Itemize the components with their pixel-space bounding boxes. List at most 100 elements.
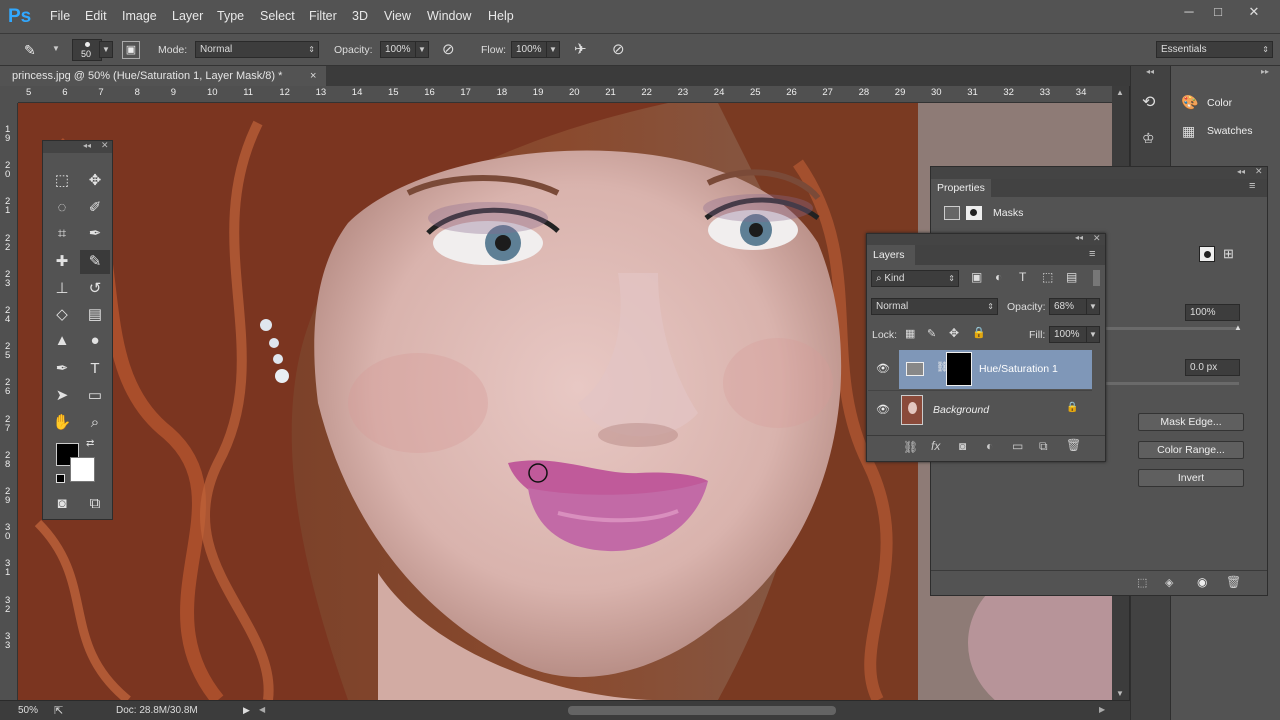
adjustment-icon[interactable] bbox=[944, 206, 960, 220]
color-range-button[interactable]: Color Range... bbox=[1138, 441, 1244, 459]
crop-tool-icon[interactable]: ⌗ bbox=[47, 222, 77, 246]
panel-menu-icon[interactable]: ≡ bbox=[1249, 180, 1255, 192]
opacity-input[interactable]: 100% bbox=[380, 41, 416, 58]
visibility-icon[interactable]: ◉ bbox=[1197, 575, 1207, 589]
fill-dropdown[interactable]: ▼ bbox=[1086, 326, 1100, 343]
layers-tab[interactable]: Layers bbox=[867, 245, 915, 265]
close-icon[interactable]: ✕ bbox=[1093, 233, 1101, 244]
density-input[interactable]: 100% bbox=[1185, 304, 1240, 321]
layer-mask-thumbnail[interactable] bbox=[946, 352, 972, 386]
layers-header[interactable]: ◂◂ ✕ bbox=[867, 233, 1105, 245]
layer-row[interactable]: 👁 ⛓ Hue/Saturation 1 bbox=[868, 350, 1092, 389]
pressure-opacity-icon[interactable]: ⊘ bbox=[442, 40, 455, 58]
layer-name[interactable]: Hue/Saturation 1 bbox=[979, 363, 1058, 375]
status-menu-arrow-icon[interactable]: ▶ bbox=[243, 705, 250, 716]
menu-image[interactable]: Image bbox=[122, 9, 157, 23]
close-icon[interactable]: ✕ bbox=[101, 140, 109, 151]
eraser-tool-icon[interactable]: ◇ bbox=[47, 303, 77, 327]
close-icon[interactable]: ✕ bbox=[1255, 166, 1263, 177]
lasso-tool-icon[interactable]: ◌ bbox=[47, 196, 77, 220]
type-tool-icon[interactable]: T bbox=[80, 357, 110, 381]
new-layer-icon[interactable]: ⧉ bbox=[1039, 439, 1048, 454]
document-tab[interactable]: princess.jpg @ 50% (Hue/Saturation 1, La… bbox=[0, 66, 326, 86]
collapse-icon[interactable]: ◂◂ bbox=[1237, 167, 1245, 176]
invert-button[interactable]: Invert bbox=[1138, 469, 1244, 487]
filter-pixel-icon[interactable]: ▣ bbox=[971, 270, 982, 284]
link-layers-icon[interactable]: ⛓ bbox=[903, 440, 918, 454]
chevron-down-icon[interactable]: ▼ bbox=[52, 44, 60, 53]
swap-colors-icon[interactable]: ⇄ bbox=[86, 438, 94, 449]
tools-header[interactable]: ◂◂ ✕ bbox=[43, 140, 112, 153]
fill-input[interactable]: 100% bbox=[1049, 326, 1087, 343]
opacity-dropdown[interactable]: ▼ bbox=[415, 41, 429, 58]
layer-row[interactable]: 👁 Background 🔒 bbox=[868, 390, 1092, 429]
properties-tab[interactable]: Properties bbox=[931, 179, 991, 197]
lock-image-icon[interactable]: ✎ bbox=[927, 327, 936, 340]
delete-layer-icon[interactable]: 🗑 bbox=[1066, 438, 1081, 452]
mask-icon[interactable] bbox=[966, 206, 982, 220]
lock-transparent-icon[interactable]: ▦ bbox=[905, 327, 915, 340]
layer-name[interactable]: Background bbox=[933, 404, 989, 416]
menu-3d[interactable]: 3D bbox=[352, 9, 368, 23]
pressure-size-icon[interactable]: ⊘ bbox=[612, 40, 625, 58]
filter-type-icon[interactable]: T bbox=[1019, 270, 1026, 284]
brush-tool-preset-icon[interactable]: ✎ bbox=[24, 41, 44, 59]
delete-mask-icon[interactable]: 🗑 bbox=[1226, 575, 1241, 589]
workspace-select[interactable]: Essentials ⇕ bbox=[1156, 41, 1273, 58]
clone-stamp-tool-icon[interactable]: ⊥ bbox=[47, 277, 77, 301]
lock-position-icon[interactable]: ✥ bbox=[949, 326, 959, 340]
new-group-icon[interactable]: ▭ bbox=[1012, 439, 1023, 453]
lock-all-icon[interactable]: 🔒 bbox=[972, 326, 986, 339]
minimize-button[interactable]: ─ bbox=[1178, 4, 1200, 20]
menu-layer[interactable]: Layer bbox=[172, 9, 203, 23]
layer-filter-select[interactable]: ⌕ Kind ⇕ bbox=[871, 270, 959, 287]
collapse-dock-panel-icon[interactable]: ▸▸ bbox=[1261, 67, 1269, 76]
filter-smart-object-icon[interactable]: ▤ bbox=[1066, 270, 1077, 284]
hand-tool-icon[interactable]: ✋ bbox=[47, 411, 77, 435]
marquee-tool-icon[interactable]: ⬚ bbox=[47, 169, 77, 193]
airbrush-icon[interactable]: ✈ bbox=[574, 40, 587, 58]
menu-filter[interactable]: Filter bbox=[309, 9, 337, 23]
filter-toggle[interactable] bbox=[1093, 270, 1100, 286]
scroll-left-icon[interactable]: ◀ bbox=[259, 705, 265, 714]
mode-select[interactable]: Normal ⇕ bbox=[195, 41, 319, 58]
menu-type[interactable]: Type bbox=[217, 9, 244, 23]
layer-opacity-dropdown[interactable]: ▼ bbox=[1086, 298, 1100, 315]
scroll-down-icon[interactable]: ▼ bbox=[1116, 689, 1124, 698]
brush-panel-toggle-icon[interactable]: ▣ bbox=[122, 41, 140, 59]
menu-help[interactable]: Help bbox=[488, 9, 514, 23]
load-selection-icon[interactable]: ⬚ bbox=[1137, 576, 1147, 589]
flow-dropdown[interactable]: ▼ bbox=[546, 41, 560, 58]
maximize-button[interactable]: □ bbox=[1207, 4, 1229, 20]
layer-opacity-input[interactable]: 68% bbox=[1049, 298, 1087, 315]
quick-select-tool-icon[interactable]: ✐ bbox=[80, 196, 110, 220]
history-icon[interactable]: ⟲ bbox=[1142, 92, 1155, 112]
filter-shape-icon[interactable]: ⬚ bbox=[1042, 270, 1053, 284]
menu-view[interactable]: View bbox=[384, 9, 411, 23]
color-panel-tab[interactable]: Color bbox=[1207, 97, 1232, 109]
menu-window[interactable]: Window bbox=[427, 9, 471, 23]
path-select-tool-icon[interactable]: ➤ bbox=[47, 384, 77, 408]
default-colors-icon[interactable] bbox=[56, 474, 65, 483]
blur-tool-icon[interactable]: ▲ bbox=[47, 329, 77, 353]
close-window-button[interactable]: ✕ bbox=[1243, 4, 1265, 20]
blend-mode-select[interactable]: Normal ⇕ bbox=[871, 298, 998, 315]
brush-size-picker[interactable]: 50 bbox=[72, 39, 102, 61]
brush-tool-icon[interactable]: ✎ bbox=[80, 250, 110, 274]
new-adjustment-icon[interactable]: ◐ bbox=[986, 439, 993, 453]
properties-header[interactable]: ◂◂ ✕ bbox=[931, 166, 1267, 179]
vector-mask-icon[interactable]: ⊞ bbox=[1223, 246, 1234, 262]
menu-select[interactable]: Select bbox=[260, 9, 295, 23]
panel-menu-icon[interactable]: ≡ bbox=[1089, 248, 1095, 260]
eyedropper-tool-icon[interactable]: ✒ bbox=[80, 222, 110, 246]
collapse-icon[interactable]: ◂◂ bbox=[83, 141, 91, 150]
close-tab-icon[interactable]: × bbox=[310, 66, 316, 86]
collapse-dock-icon[interactable]: ◂◂ bbox=[1146, 67, 1154, 76]
feather-input[interactable]: 0.0 px bbox=[1185, 359, 1240, 376]
screen-mode-icon[interactable]: ⧉ bbox=[80, 492, 110, 516]
brush-presets-icon[interactable]: ♔ bbox=[1142, 130, 1155, 147]
horizontal-scroll-thumb[interactable] bbox=[568, 706, 836, 715]
shape-tool-icon[interactable]: ▭ bbox=[80, 384, 110, 408]
filter-adjustment-icon[interactable]: ◐ bbox=[995, 270, 1002, 284]
apply-mask-icon[interactable]: ◈ bbox=[1165, 576, 1173, 589]
